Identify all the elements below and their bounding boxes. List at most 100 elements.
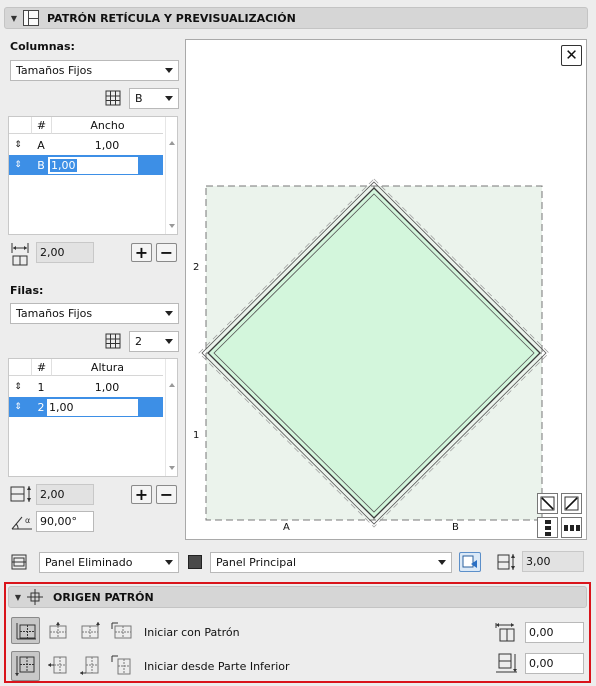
columns-count-value: B — [135, 92, 143, 105]
angle-field[interactable]: 90,00° — [36, 511, 94, 532]
rows-total-field[interactable]: 2,00 — [36, 484, 94, 505]
rows-count-select[interactable]: 2 — [129, 331, 179, 352]
row-value-edit[interactable]: 1,00 — [46, 398, 139, 417]
start-pattern-label: Iniciar con Patrón — [144, 626, 240, 639]
drag-handle-icon[interactable]: ⇕ — [9, 155, 27, 175]
row-value[interactable]: 1,00 — [51, 377, 163, 397]
origin-top-corner-icon — [111, 622, 131, 638]
column-label-a: A — [283, 522, 290, 533]
origin-top-left-button[interactable] — [11, 617, 40, 644]
horizontal-split-button[interactable] — [561, 517, 582, 538]
height-field[interactable]: 3,00 — [522, 551, 584, 572]
panel-settings-button[interactable] — [459, 552, 481, 572]
origin-top-corner-button[interactable] — [107, 617, 136, 644]
origin-top-center-button[interactable] — [43, 617, 72, 644]
columns-table[interactable]: # Ancho ⇕ A 1,00 ⇕ B 1,00 — [8, 116, 178, 235]
table-header-sort — [9, 117, 31, 134]
panel-removed-value: Panel Eliminado — [45, 556, 133, 569]
chevron-down-icon — [165, 311, 173, 316]
panel-removed-select[interactable]: Panel Eliminado — [39, 552, 179, 573]
section-header-origin[interactable]: ▼ ORIGEN PATRÓN — [8, 586, 587, 608]
row-value[interactable]: 1,00 — [51, 135, 163, 155]
scroll-down-icon[interactable] — [169, 466, 175, 470]
add-row-button[interactable]: + — [131, 485, 152, 504]
table-row[interactable]: ⇕ 1 1,00 — [9, 377, 163, 397]
chevron-down-icon — [165, 560, 173, 565]
column-grid-icon — [104, 89, 122, 107]
diagonal-right-button[interactable] — [561, 493, 582, 514]
scrollbar[interactable] — [165, 359, 177, 476]
scroll-down-icon[interactable] — [169, 224, 175, 228]
rows-mode-value: Tamaños Fijos — [16, 307, 93, 320]
table-row[interactable]: ⇕ A 1,00 — [9, 135, 163, 155]
main-panel-icon — [188, 555, 202, 569]
table-header-index: # — [31, 117, 51, 134]
rows-mode-select[interactable]: Tamaños Fijos — [10, 303, 179, 324]
scroll-up-icon[interactable] — [169, 141, 175, 145]
row-id: 1 — [37, 380, 45, 394]
origin-top-right-button[interactable] — [75, 617, 104, 644]
panel-settings-icon — [462, 555, 477, 568]
row-label-2: 2 — [193, 262, 200, 273]
vertical-split-icon — [545, 520, 551, 536]
offset-x-icon — [495, 622, 519, 642]
grid-pattern-icon — [23, 10, 39, 26]
start-bottom-label: Iniciar desde Parte Inferior — [144, 660, 290, 673]
origin-bottom-left-button[interactable] — [11, 651, 40, 681]
total-width-icon — [10, 240, 30, 268]
remove-column-button[interactable]: − — [156, 243, 177, 262]
remove-row-button[interactable]: − — [156, 485, 177, 504]
collapse-triangle-icon[interactable]: ▼ — [5, 14, 23, 23]
vertical-split-button[interactable] — [537, 517, 558, 538]
row-label-1: 1 — [193, 430, 200, 441]
chevron-down-icon — [438, 560, 446, 565]
angle-icon: α — [10, 512, 34, 532]
add-column-button[interactable]: + — [131, 243, 152, 262]
drag-handle-icon[interactable]: ⇕ — [9, 135, 27, 155]
origin-top-center-icon — [49, 621, 66, 638]
chevron-down-icon — [165, 339, 173, 344]
origin-top-left-icon — [16, 622, 36, 639]
table-header-height: Altura — [51, 359, 163, 376]
origin-bottom-corner-icon — [111, 655, 130, 675]
offset-y-field[interactable]: 0,00 — [525, 653, 584, 674]
total-height-icon — [10, 484, 34, 504]
pattern-preview[interactable]: ✕ 2 1 A B — [185, 39, 587, 540]
origin-bottom-right-button[interactable] — [75, 651, 104, 681]
columns-mode-select[interactable]: Tamaños Fijos — [10, 60, 179, 81]
table-header-width: Ancho — [51, 117, 163, 134]
columns-count-select[interactable]: B — [129, 88, 179, 109]
columns-mode-value: Tamaños Fijos — [16, 64, 93, 77]
chevron-down-icon — [165, 68, 173, 73]
origin-bottom-corner-button[interactable] — [107, 651, 136, 681]
row-value-edit[interactable]: 1,00 — [47, 156, 139, 175]
table-header-sort — [9, 359, 31, 376]
row-grid-icon — [104, 332, 122, 350]
offset-y-icon — [495, 652, 519, 674]
diagonal-right-icon — [564, 496, 579, 511]
origin-icon — [27, 589, 43, 605]
table-header-index: # — [31, 359, 51, 376]
columns-total-field[interactable]: 2,00 — [36, 242, 94, 263]
table-row-selected[interactable]: ⇕ B 1,00 — [9, 155, 163, 175]
origin-bottom-left-icon — [14, 656, 34, 676]
rows-table[interactable]: # Altura ⇕ 1 1,00 ⇕ 2 1,00 — [8, 358, 178, 477]
horizontal-split-icon — [564, 525, 580, 531]
origin-bottom-center-button[interactable] — [43, 651, 72, 681]
rows-label: Filas: — [10, 284, 44, 297]
offset-x-field[interactable]: 0,00 — [525, 622, 584, 643]
origin-bottom-right-icon — [79, 656, 98, 675]
drag-handle-icon[interactable]: ⇕ — [9, 377, 27, 397]
diagonal-left-button[interactable] — [537, 493, 558, 514]
origin-bottom-center-icon — [47, 656, 66, 674]
section-header-grid-pattern[interactable]: ▼ PATRÓN RETÍCULA Y PREVISUALIZACIÓN — [4, 7, 588, 29]
collapse-triangle-icon[interactable]: ▼ — [9, 593, 27, 602]
height-icon — [497, 553, 517, 571]
panel-main-value: Panel Principal — [216, 556, 297, 569]
panel-main-select[interactable]: Panel Principal — [210, 552, 452, 573]
table-row-selected[interactable]: ⇕ 2 1,00 — [9, 397, 163, 417]
row-value-text: 1,00 — [50, 159, 77, 172]
scrollbar[interactable] — [165, 117, 177, 234]
scroll-up-icon[interactable] — [169, 383, 175, 387]
drag-handle-icon[interactable]: ⇕ — [9, 397, 27, 417]
